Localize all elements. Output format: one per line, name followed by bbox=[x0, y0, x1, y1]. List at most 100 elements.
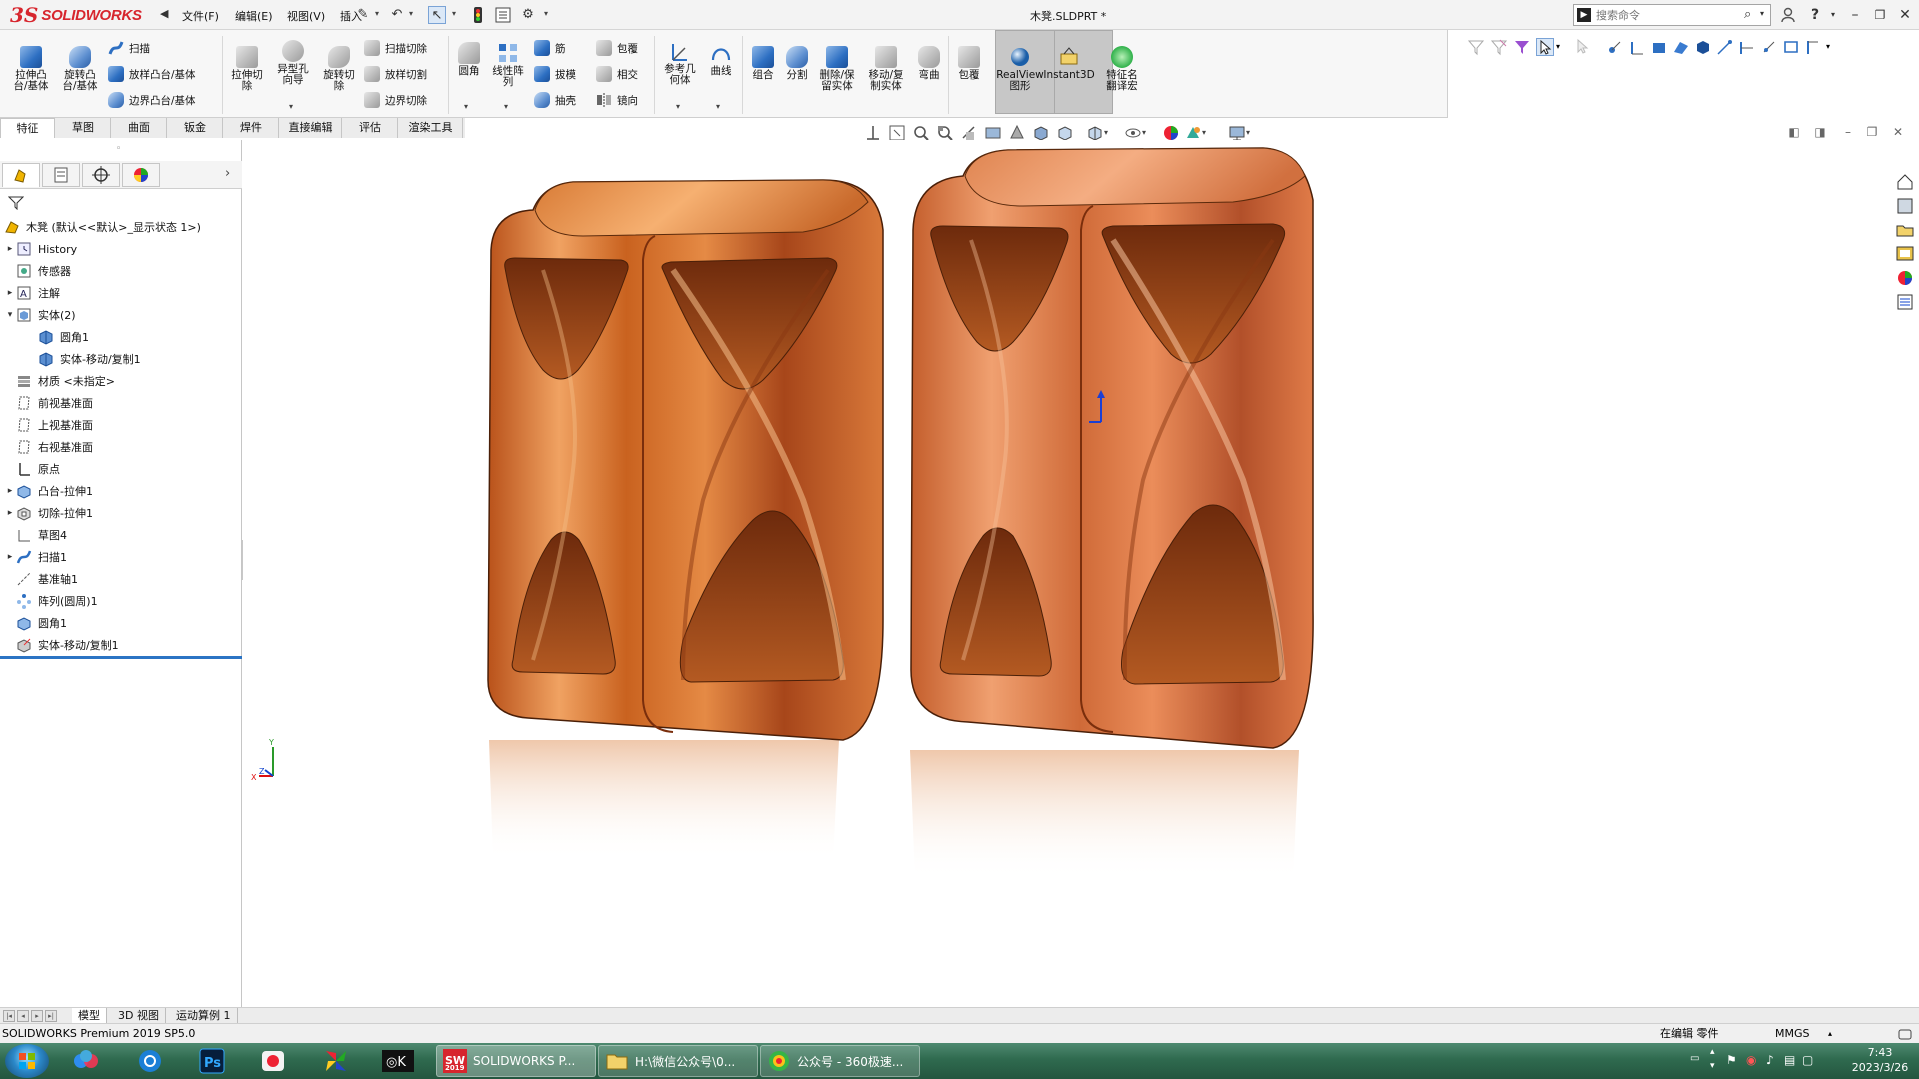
mirror-button[interactable]: 镜向 bbox=[596, 92, 638, 108]
tab-sketch[interactable]: 草图 bbox=[56, 118, 111, 138]
pinwheel-app-icon[interactable] bbox=[314, 1045, 358, 1077]
tab-surfaces[interactable]: 曲面 bbox=[112, 118, 167, 138]
shell-button[interactable]: 抽壳 bbox=[534, 92, 576, 108]
graphics-area[interactable]: Y X Z bbox=[243, 140, 1919, 1007]
tree-expander-icon[interactable]: ▸ bbox=[4, 508, 16, 518]
tab-render-tools[interactable]: 渲染工具 bbox=[399, 118, 463, 138]
tree-item[interactable]: 实体-移动/复制1 bbox=[0, 348, 242, 370]
combine-button[interactable]: 组合 bbox=[746, 46, 780, 81]
filter-point-icon[interactable] bbox=[1760, 38, 1778, 56]
viewport-tile-right-icon[interactable]: ◨ bbox=[1812, 124, 1828, 140]
last-tab-icon[interactable]: ▸| bbox=[45, 1010, 57, 1022]
user-icon[interactable] bbox=[1779, 6, 1797, 24]
design-library-icon[interactable] bbox=[1895, 196, 1915, 216]
tree-item[interactable]: 右视基准面 bbox=[0, 436, 242, 458]
notification-icon[interactable]: ▢ bbox=[1802, 1053, 1813, 1067]
filter-toggle-icon[interactable] bbox=[1490, 38, 1508, 56]
select-dropdown-icon[interactable]: ▾ bbox=[1556, 38, 1574, 56]
tree-expander-icon[interactable]: ▸ bbox=[4, 288, 16, 298]
hole-wizard-dropdown-icon[interactable]: ▾ bbox=[289, 102, 293, 111]
tree-item[interactable]: ▸ 凸台-拉伸1 bbox=[0, 480, 242, 502]
filter-solid-icon[interactable] bbox=[1694, 38, 1712, 56]
start-button-icon[interactable] bbox=[5, 1044, 49, 1078]
move-copy-body-button[interactable]: 移动/复 制实体 bbox=[862, 46, 910, 92]
filter-dropdown-icon[interactable]: ▾ bbox=[1826, 38, 1844, 56]
select-arrow-icon[interactable]: ↖ bbox=[428, 6, 446, 24]
prev-tab-icon[interactable]: ◂ bbox=[17, 1010, 29, 1022]
taskbar-clock[interactable]: 7:43 2023/3/26 bbox=[1845, 1045, 1915, 1075]
menu-file[interactable]: 文件(F) bbox=[182, 8, 219, 24]
tray-up-icon[interactable]: ▴ bbox=[1710, 1047, 1715, 1057]
tab-sheet-metal[interactable]: 钣金 bbox=[168, 118, 223, 138]
select-disabled-icon[interactable] bbox=[1574, 38, 1592, 56]
close-icon[interactable]: ✕ bbox=[1896, 6, 1914, 24]
select-icon[interactable] bbox=[1536, 38, 1554, 56]
viewport-tile-left-icon[interactable]: ◧ bbox=[1786, 124, 1802, 140]
hole-wizard-button[interactable]: 异型孔 向导 bbox=[270, 40, 316, 86]
tree-item[interactable]: 传感器 bbox=[0, 260, 242, 282]
search-icon[interactable]: ⌕ bbox=[1744, 7, 1751, 22]
baidu-netdisk-icon[interactable] bbox=[66, 1045, 110, 1077]
pattern-dropdown-icon[interactable]: ▾ bbox=[504, 102, 508, 111]
filter-dimension-icon[interactable] bbox=[1738, 38, 1756, 56]
featuremanager-tab[interactable] bbox=[2, 163, 40, 187]
tree-item[interactable]: 木凳 (默认<<默认>_显示状态 1>) bbox=[0, 216, 242, 238]
tree-item[interactable]: 圆角1 bbox=[0, 612, 242, 634]
unit-dropdown-icon[interactable]: ▴ bbox=[1828, 1024, 1832, 1044]
filter-edge-icon[interactable] bbox=[1628, 38, 1646, 56]
insert-pin-icon[interactable]: ✎ bbox=[354, 6, 372, 24]
viewport-close-icon[interactable]: ✕ bbox=[1890, 124, 1906, 140]
tree-item[interactable]: 实体-移动/复制1 bbox=[0, 634, 242, 656]
fillet-button[interactable]: 圆角 bbox=[452, 42, 486, 77]
viewport-minimize-icon[interactable]: – bbox=[1840, 124, 1856, 140]
tree-expander-icon[interactable]: ▸ bbox=[4, 552, 16, 562]
solidworks-logo[interactable]: 3S SOLIDWORKS bbox=[10, 3, 155, 27]
search-dropdown-icon[interactable]: ▾ bbox=[1760, 9, 1764, 18]
flex-button[interactable]: 弯曲 bbox=[912, 46, 946, 81]
wrap-button[interactable]: 包覆 bbox=[596, 40, 638, 56]
first-tab-icon[interactable]: |◂ bbox=[3, 1010, 15, 1022]
tab-evaluate[interactable]: 评估 bbox=[343, 118, 398, 138]
tree-expander-icon[interactable]: ▸ bbox=[4, 244, 16, 254]
tree-item[interactable]: 上视基准面 bbox=[0, 414, 242, 436]
search-input[interactable] bbox=[1596, 7, 1736, 23]
filter-axis-icon[interactable] bbox=[1804, 38, 1822, 56]
filter-vertex-icon[interactable] bbox=[1606, 38, 1624, 56]
tree-item[interactable]: ▸ History bbox=[0, 238, 242, 260]
undo-icon[interactable]: ↶ bbox=[388, 6, 406, 24]
viewport-restore-icon[interactable]: ❐ bbox=[1864, 124, 1880, 140]
tree-item[interactable]: 草图4 bbox=[0, 524, 242, 546]
stool-left[interactable] bbox=[487, 179, 884, 860]
boundary-cut-button[interactable]: 边界切除 bbox=[364, 92, 427, 108]
options-gear-icon[interactable]: ⚙ bbox=[519, 6, 537, 24]
help-dropdown-icon[interactable]: ▾ bbox=[1824, 6, 1842, 24]
curves-dropdown-icon[interactable]: ▾ bbox=[716, 102, 720, 111]
feature-translate-button[interactable]: 特征名 翻译宏 bbox=[1098, 46, 1146, 92]
filter-icon[interactable] bbox=[1467, 38, 1485, 56]
tree-item[interactable]: ▾ 实体(2) bbox=[0, 304, 242, 326]
filter-color-icon[interactable] bbox=[1513, 38, 1531, 56]
traffic-light-icon[interactable] bbox=[469, 6, 487, 24]
tab-direct-editing[interactable]: 直接编辑 bbox=[280, 118, 342, 138]
tree-item[interactable]: ▸ 扫描1 bbox=[0, 546, 242, 568]
tab-motion-study[interactable]: 运动算例 1 bbox=[170, 1008, 238, 1024]
curves-button[interactable]: 曲线 bbox=[704, 42, 738, 77]
configurationmanager-tab[interactable] bbox=[82, 163, 120, 187]
filter-sketch-icon[interactable] bbox=[1716, 38, 1734, 56]
loft-boss-button[interactable]: 放样凸台/基体 bbox=[108, 66, 196, 82]
undo-dropdown-icon[interactable]: ▾ bbox=[409, 9, 417, 21]
swept-cut-button[interactable]: 扫描切除 bbox=[364, 40, 427, 56]
menu-edit[interactable]: 编辑(E) bbox=[235, 8, 273, 24]
wrap-big-button[interactable]: 包覆 bbox=[952, 46, 986, 81]
network-icon[interactable]: ▤ bbox=[1784, 1053, 1795, 1067]
tray-down-icon[interactable]: ▾ bbox=[1710, 1061, 1715, 1071]
split-button[interactable]: 分割 bbox=[780, 46, 814, 81]
view-palette-icon[interactable] bbox=[1895, 244, 1915, 264]
options-dropdown-icon[interactable]: ▾ bbox=[544, 9, 552, 21]
stool-right[interactable] bbox=[910, 147, 1314, 880]
tree-item[interactable]: ▸ A 注解 bbox=[0, 282, 242, 304]
filter-face-icon[interactable] bbox=[1650, 38, 1668, 56]
reference-geometry-button[interactable]: 参考几 何体 bbox=[658, 40, 702, 86]
boundary-boss-button[interactable]: 边界凸台/基体 bbox=[108, 92, 196, 108]
revolved-cut-button[interactable]: 旋转切 除 bbox=[318, 46, 360, 92]
